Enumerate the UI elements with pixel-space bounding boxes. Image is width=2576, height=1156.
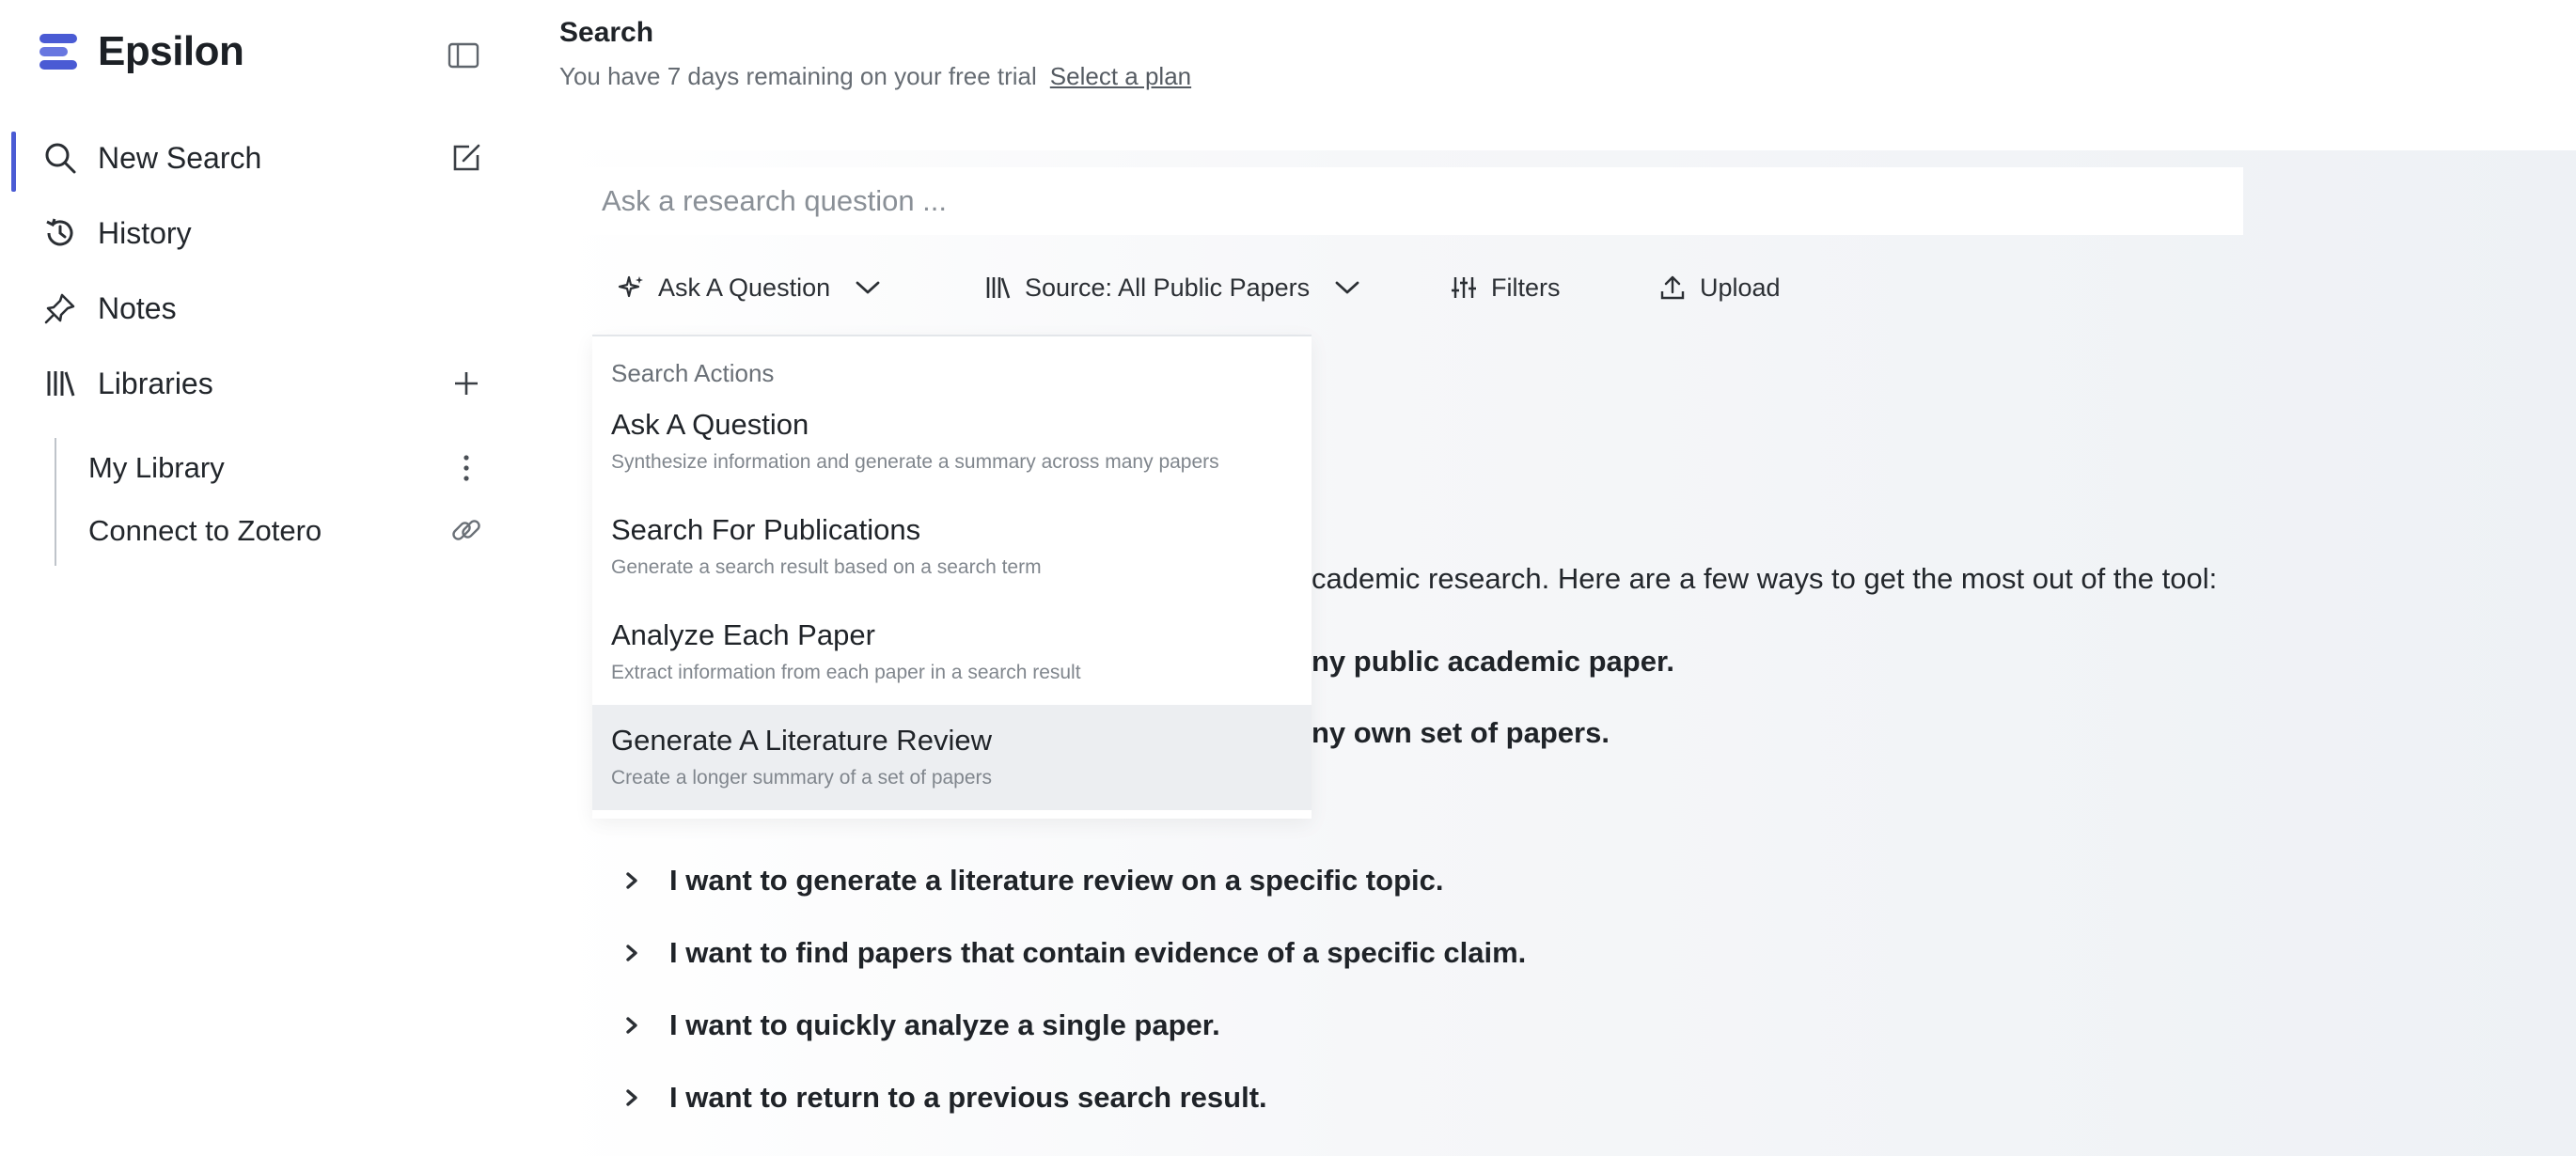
sliders-icon [1450, 273, 1478, 302]
faq-item[interactable]: I want to generate a literature review o… [620, 857, 1443, 904]
sidebar: Epsilon New Search History Notes Librari… [0, 0, 526, 1156]
faq-item[interactable]: I want to quickly analyze a single paper… [620, 1002, 1220, 1049]
filters-button[interactable]: Filters [1450, 254, 1561, 321]
trial-text: You have 7 days remaining on your free t… [559, 62, 1037, 90]
mode-label: Ask A Question [658, 273, 831, 302]
chevron-down-icon [1334, 279, 1360, 296]
menu-item-description: Generate a search result based on a sear… [611, 556, 1042, 578]
page-title: Search [559, 17, 654, 48]
faq-item[interactable]: I want to return to a previous search re… [620, 1074, 1267, 1121]
active-indicator [11, 132, 16, 192]
add-library-icon[interactable] [448, 365, 485, 402]
sidebar-item-label: Libraries [98, 366, 213, 400]
sidebar-item-label: History [98, 215, 192, 250]
source-label: Source: All Public Papers [1025, 273, 1311, 302]
library-tree-line [55, 438, 56, 566]
menu-item-description: Create a longer summary of a set of pape… [611, 767, 993, 789]
sparkle-icon [617, 273, 645, 302]
brand-name: Epsilon [98, 28, 244, 74]
chevron-down-icon [855, 279, 881, 296]
sidebar-item-label: Notes [98, 290, 177, 325]
menu-item-description: Extract information from each paper in a… [611, 662, 1081, 683]
search-placeholder: Ask a research question ... [602, 184, 948, 217]
source-selector-button[interactable]: Source: All Public Papers [983, 254, 1360, 321]
faq-text: I want to quickly analyze a single paper… [669, 1008, 1220, 1041]
sidebar-item-notes[interactable]: Notes [41, 280, 474, 336]
history-icon [41, 214, 79, 252]
chevron-right-icon [620, 1088, 643, 1107]
intro-text: cademic research. Here are a few ways to… [1312, 562, 2218, 595]
faq-text: I want to find papers that contain evide… [669, 936, 1527, 969]
chevron-right-icon [620, 944, 643, 962]
chevron-right-icon [620, 871, 643, 890]
menu-item-title: Analyze Each Paper [611, 618, 875, 651]
menu-item-ask-question[interactable]: Ask A Question Synthesize information an… [592, 389, 1312, 494]
sidebar-item-history[interactable]: History [41, 205, 474, 261]
filters-label: Filters [1491, 273, 1561, 302]
upload-icon [1658, 273, 1687, 302]
menu-item-analyze-paper[interactable]: Analyze Each Paper Extract information f… [592, 600, 1312, 705]
tip-fragment: ny public academic paper. [1312, 645, 1674, 678]
menu-item-search-publications[interactable]: Search For Publications Generate a searc… [592, 494, 1312, 600]
library-icon [41, 365, 79, 402]
menu-header: Search Actions [611, 359, 775, 387]
trial-notice: You have 7 days remaining on your free t… [559, 62, 1191, 91]
sidebar-item-libraries[interactable]: Libraries [41, 355, 474, 412]
sidebar-item-new-search[interactable]: New Search [41, 130, 474, 186]
new-note-icon[interactable] [448, 139, 485, 177]
search-icon [41, 139, 79, 177]
menu-item-title: Ask A Question [611, 408, 809, 441]
faq-item[interactable]: I want to find papers that contain evide… [620, 929, 1526, 976]
pin-icon [41, 289, 79, 327]
faq-text: I want to return to a previous search re… [669, 1081, 1267, 1114]
menu-item-description: Synthesize information and generate a su… [611, 451, 1219, 473]
library-icon [983, 273, 1012, 302]
chevron-right-icon [620, 1016, 643, 1035]
tip-fragment: ny own set of papers. [1312, 716, 1610, 749]
library-item-my-library[interactable]: My Library [88, 451, 225, 485]
brand[interactable]: Epsilon [36, 28, 244, 75]
menu-item-literature-review[interactable]: Generate A Literature Review Create a lo… [592, 705, 1312, 810]
epsilon-logo-icon [36, 30, 79, 73]
link-icon[interactable] [448, 511, 485, 549]
mode-selector-button[interactable]: Ask A Question [617, 254, 881, 321]
sidebar-item-label: New Search [98, 140, 262, 175]
faq-text: I want to generate a literature review o… [669, 864, 1444, 897]
menu-item-title: Search For Publications [611, 513, 921, 546]
search-input[interactable]: Ask a research question ... [579, 167, 2243, 235]
search-actions-menu: Search Actions Ask A Question Synthesize… [592, 335, 1312, 819]
sidebar-toggle-icon[interactable] [448, 41, 479, 70]
upload-label: Upload [1700, 273, 1781, 302]
select-plan-link[interactable]: Select a plan [1050, 62, 1191, 90]
upload-button[interactable]: Upload [1658, 254, 1781, 321]
more-options-icon[interactable] [448, 449, 485, 487]
library-item-zotero[interactable]: Connect to Zotero [88, 514, 322, 548]
menu-item-title: Generate A Literature Review [611, 724, 992, 757]
